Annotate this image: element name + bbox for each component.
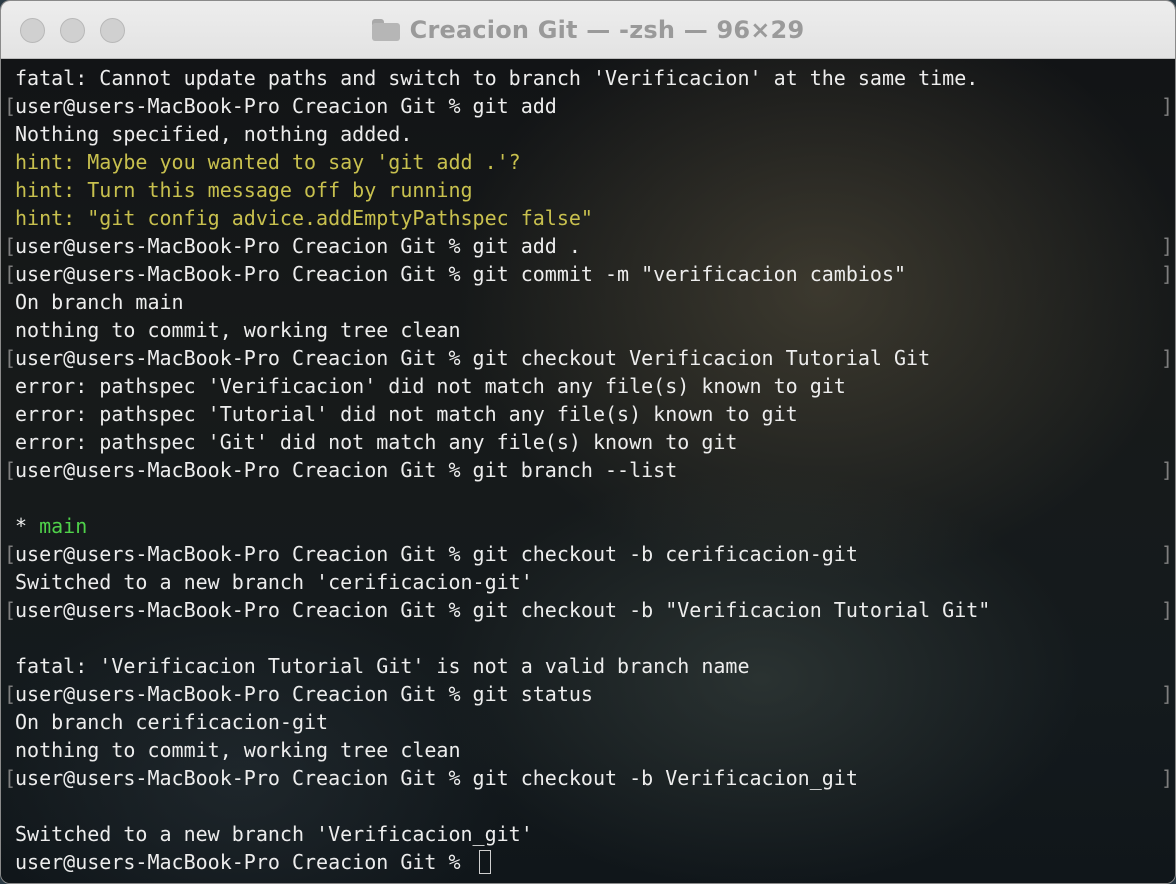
- line-mark-left: [: [4, 458, 17, 482]
- terminal-line-text: Nothing specified, nothing added.: [15, 122, 413, 146]
- terminal-window: Creacion Git — -zsh — 96×29 fatal: Canno…: [0, 0, 1176, 884]
- terminal-line-text: user@users-MacBook-Pro Creacion Git % gi…: [15, 682, 593, 706]
- terminal-line: nothing to commit, working tree clean: [15, 736, 1163, 764]
- terminal-line: [user@users-MacBook-Pro Creacion Git % g…: [4, 260, 1173, 288]
- line-mark-left: [: [4, 766, 17, 790]
- terminal-line: fatal: Cannot update paths and switch to…: [15, 64, 1163, 92]
- line-mark-right: ]: [1160, 346, 1173, 370]
- terminal-line: [user@users-MacBook-Pro Creacion Git % g…: [4, 232, 1173, 260]
- terminal-content[interactable]: fatal: Cannot update paths and switch to…: [1, 59, 1175, 883]
- terminal-line-text: user@users-MacBook-Pro Creacion Git % gi…: [15, 262, 907, 286]
- terminal-line-text: On branch main: [15, 290, 184, 314]
- terminal-line: [user@users-MacBook-Pro Creacion Git % g…: [4, 540, 1173, 568]
- terminal-line-text: error: pathspec 'Git' did not match any …: [15, 430, 738, 454]
- terminal-line-text: On branch cerificacion-git: [15, 710, 329, 734]
- text-cursor: [478, 850, 491, 874]
- line-mark-right: ]: [1160, 682, 1173, 706]
- terminal-line-text: user@users-MacBook-Pro Creacion Git % gi…: [15, 234, 581, 258]
- terminal-line: error: pathspec 'Git' did not match any …: [15, 428, 1163, 456]
- terminal-line-text: user@users-MacBook-Pro Creacion Git % gi…: [15, 542, 858, 566]
- terminal-line: hint: Maybe you wanted to say 'git add .…: [15, 148, 1163, 176]
- terminal-line: fatal: 'Verificacion Tutorial Git' is no…: [15, 652, 1163, 680]
- terminal-line: error: pathspec 'Verificacion' did not m…: [15, 372, 1163, 400]
- terminal-line: Switched to a new branch 'cerificacion-g…: [15, 568, 1163, 596]
- current-branch-name: main: [39, 514, 88, 538]
- terminal-line: error: pathspec 'Tutorial' did not match…: [15, 400, 1163, 428]
- terminal-line-text: user@users-MacBook-Pro Creacion Git % gi…: [15, 598, 991, 622]
- terminal-line-text: hint: Turn this message off by running: [15, 178, 473, 202]
- line-mark-left: [: [4, 682, 17, 706]
- terminal-line-text: Switched to a new branch 'Verificacion_g…: [15, 822, 533, 846]
- terminal-line: hint: Turn this message off by running: [15, 176, 1163, 204]
- terminal-line-text: Switched to a new branch 'cerificacion-g…: [15, 570, 533, 594]
- terminal-line-text: error: pathspec 'Tutorial' did not match…: [15, 402, 798, 426]
- terminal-line-text: hint: "git config advice.addEmptyPathspe…: [15, 206, 593, 230]
- terminal-line-text: user@users-MacBook-Pro Creacion Git %: [15, 850, 473, 874]
- terminal-line: hint: "git config advice.addEmptyPathspe…: [15, 204, 1163, 232]
- terminal-line: [user@users-MacBook-Pro Creacion Git % g…: [4, 92, 1173, 120]
- terminal-line: [user@users-MacBook-Pro Creacion Git % g…: [4, 344, 1173, 372]
- terminal-line: Switched to a new branch 'Verificacion_g…: [15, 820, 1163, 848]
- line-mark-left: [: [4, 598, 17, 622]
- terminal-line-text: *: [15, 514, 40, 538]
- terminal-line: [user@users-MacBook-Pro Creacion Git % g…: [4, 596, 1173, 624]
- terminal-line: user@users-MacBook-Pro Creacion Git %: [15, 848, 1163, 876]
- window-title: Creacion Git — -zsh — 96×29: [409, 16, 805, 44]
- line-mark-right: ]: [1160, 598, 1173, 622]
- terminal-line-text: hint: Maybe you wanted to say 'git add .…: [15, 150, 521, 174]
- line-mark-right: ]: [1160, 458, 1173, 482]
- line-mark-left: [: [4, 94, 17, 118]
- terminal-line-text: user@users-MacBook-Pro Creacion Git % gi…: [15, 94, 557, 118]
- line-mark-right: ]: [1160, 94, 1173, 118]
- line-mark-left: [: [4, 346, 17, 370]
- terminal-line-text: nothing to commit, working tree clean: [15, 318, 461, 342]
- terminal-line: On branch main: [15, 288, 1163, 316]
- title-bar[interactable]: Creacion Git — -zsh — 96×29: [1, 1, 1175, 59]
- terminal-scrollback: fatal: Cannot update paths and switch to…: [4, 64, 1173, 876]
- folder-icon: [371, 19, 400, 41]
- line-mark-right: ]: [1160, 766, 1173, 790]
- terminal-line: [user@users-MacBook-Pro Creacion Git % g…: [4, 764, 1173, 792]
- terminal-line: Nothing specified, nothing added.: [15, 120, 1163, 148]
- line-mark-left: [: [4, 234, 17, 258]
- window-title-group: Creacion Git — -zsh — 96×29: [1, 1, 1175, 59]
- terminal-line: * main: [15, 512, 1163, 540]
- terminal-line: [user@users-MacBook-Pro Creacion Git % g…: [4, 680, 1173, 708]
- line-mark-right: ]: [1160, 542, 1173, 566]
- terminal-line-text: error: pathspec 'Verificacion' did not m…: [15, 374, 846, 398]
- terminal-line-text: user@users-MacBook-Pro Creacion Git % gi…: [15, 766, 858, 790]
- terminal-line-text: user@users-MacBook-Pro Creacion Git % gi…: [15, 458, 678, 482]
- terminal-line-text: fatal: 'Verificacion Tutorial Git' is no…: [15, 654, 750, 678]
- line-mark-left: [: [4, 262, 17, 286]
- terminal-line: [user@users-MacBook-Pro Creacion Git % g…: [4, 456, 1173, 484]
- terminal-line-text: nothing to commit, working tree clean: [15, 738, 461, 762]
- line-mark-right: ]: [1160, 234, 1173, 258]
- terminal-line-text: fatal: Cannot update paths and switch to…: [15, 66, 979, 90]
- terminal-line-text: user@users-MacBook-Pro Creacion Git % gi…: [15, 346, 931, 370]
- terminal-line: On branch cerificacion-git: [15, 708, 1163, 736]
- line-mark-left: [: [4, 542, 17, 566]
- terminal-line: nothing to commit, working tree clean: [15, 316, 1163, 344]
- line-mark-right: ]: [1160, 262, 1173, 286]
